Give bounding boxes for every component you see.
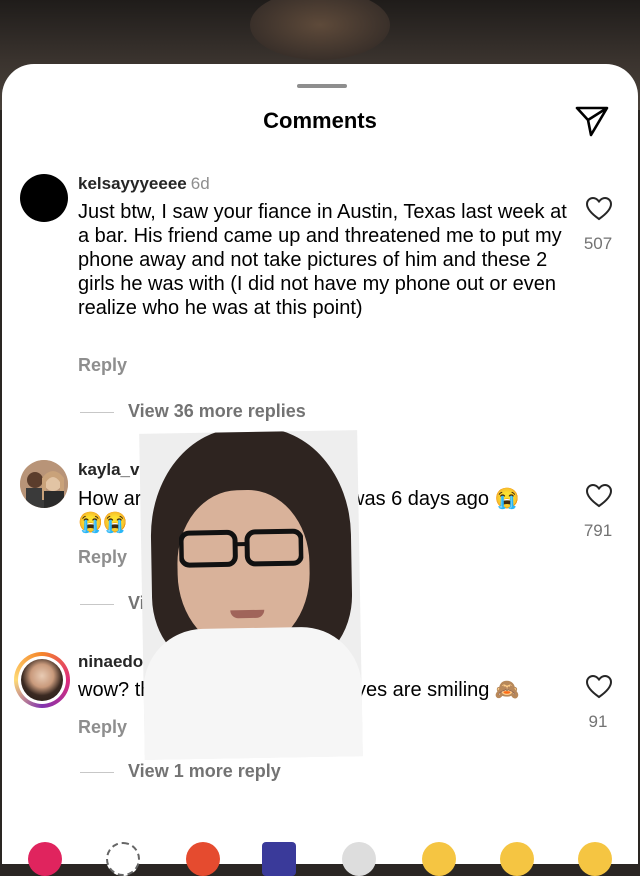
comment-username[interactable]: kelsayyyeeee6d [78, 174, 210, 194]
divider [80, 412, 114, 413]
heart-emoji-icon[interactable] [28, 842, 62, 876]
comment-text-end: yes are smiling 🙈 [356, 678, 520, 702]
glasses-icon [179, 527, 304, 569]
reply-button[interactable]: Reply [78, 547, 127, 568]
video-overlay[interactable] [139, 430, 363, 760]
laugh-emoji-icon[interactable] [500, 842, 534, 876]
username-text[interactable]: kelsayyyeeee [78, 174, 187, 193]
heart-icon[interactable] [586, 484, 612, 508]
avatar-photo [20, 460, 68, 508]
divider [80, 604, 114, 605]
comment-time: 6d [191, 174, 210, 193]
emoji-reaction-bar [0, 834, 640, 854]
avatar[interactable] [20, 460, 68, 508]
like-count: 91 [568, 712, 628, 732]
smile-emoji-icon[interactable] [422, 842, 456, 876]
view-replies-button[interactable]: Vi [80, 593, 145, 614]
drag-handle[interactable] [297, 84, 347, 88]
comment-username[interactable]: ninaedo [78, 652, 143, 672]
divider [80, 772, 114, 773]
heart-icon[interactable] [586, 675, 612, 699]
avatar[interactable] [20, 174, 68, 222]
grin-emoji-icon[interactable] [578, 842, 612, 876]
reply-button[interactable]: Reply [78, 355, 127, 376]
view-replies-label: View 36 more replies [128, 401, 306, 421]
view-replies-button[interactable]: View 36 more replies [80, 401, 306, 422]
like-count: 507 [568, 234, 628, 254]
comment-text-start: wow? th [78, 678, 151, 702]
comment-text: Just btw, I saw your fiance in Austin, T… [78, 200, 568, 320]
like-count: 791 [568, 521, 628, 541]
sparkle-emoji-icon[interactable] [106, 842, 140, 876]
fire-emoji-icon[interactable] [186, 842, 220, 876]
overlay-mouth [230, 610, 264, 619]
comment-emojis: 😭😭 [78, 511, 128, 535]
reply-button[interactable]: Reply [78, 717, 127, 738]
page-title: Comments [2, 108, 638, 134]
view-replies-button[interactable]: View 1 more reply [80, 761, 281, 782]
flag-emoji-icon[interactable] [262, 842, 296, 876]
view-replies-label: View 1 more reply [128, 761, 281, 781]
overlay-shirt [143, 626, 363, 760]
avatar[interactable] [14, 652, 70, 708]
send-icon[interactable] [574, 104, 610, 138]
white-heart-emoji-icon[interactable] [342, 842, 376, 876]
avatar-photo [21, 659, 63, 701]
heart-icon[interactable] [586, 197, 612, 221]
